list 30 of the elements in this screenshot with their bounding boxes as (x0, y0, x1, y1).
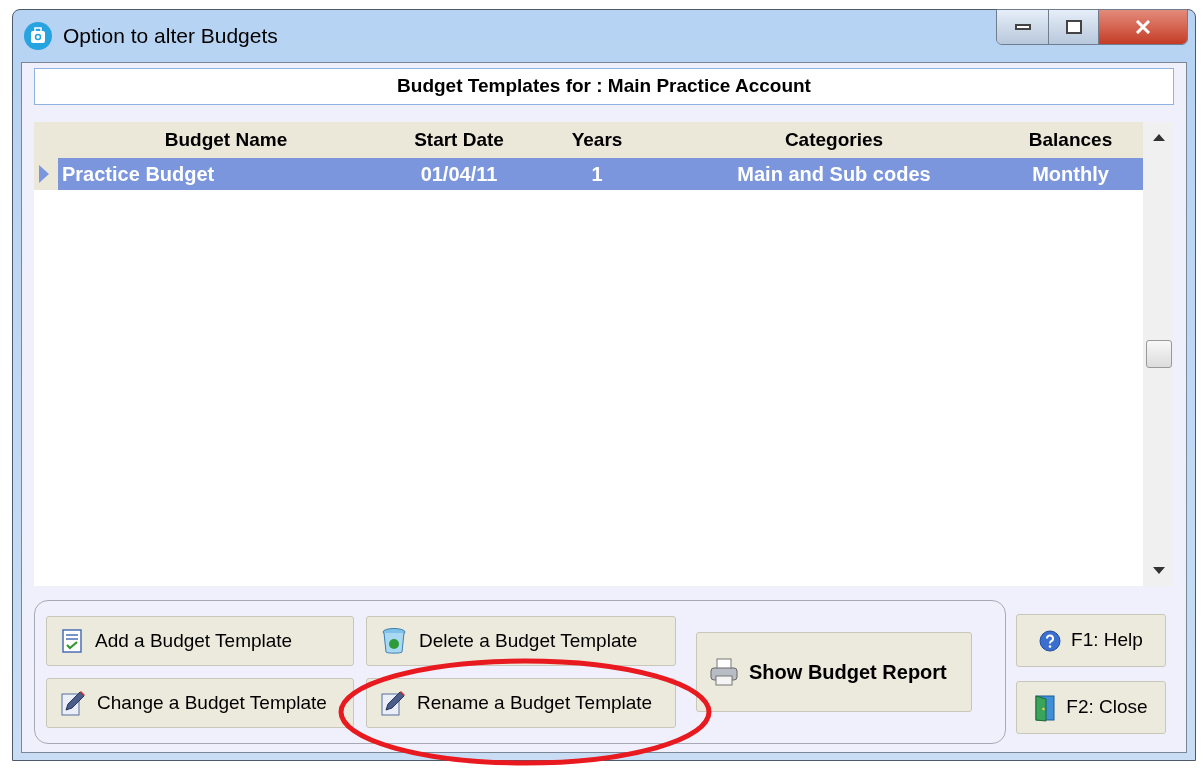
template-button[interactable]: Add a Budget Template (46, 616, 354, 666)
scrollbar[interactable] (1143, 122, 1174, 586)
column-header[interactable]: Balances (998, 125, 1143, 155)
side-button[interactable]: F2: Close (1016, 681, 1166, 734)
scroll-thumb[interactable] (1145, 340, 1172, 368)
help-icon (1039, 629, 1062, 652)
report-button[interactable]: Show Budget Report (696, 632, 972, 712)
pencil-paper-icon (381, 690, 405, 716)
scroll-down-icon[interactable] (1152, 567, 1165, 574)
column-header[interactable]: Budget Name (58, 125, 394, 155)
scroll-up-icon[interactable] (1152, 134, 1165, 141)
minimize-button[interactable] (997, 10, 1049, 44)
side-button[interactable]: F1: Help (1016, 614, 1166, 667)
maximize-button[interactable] (1049, 10, 1099, 44)
printer-icon (709, 658, 739, 686)
column-header[interactable]: Start Date (394, 125, 524, 155)
column-header[interactable]: Years (524, 125, 670, 155)
row-indicator-icon (39, 165, 49, 183)
close-icon (1135, 20, 1151, 34)
close-button[interactable] (1099, 10, 1187, 44)
column-header[interactable]: Categories (670, 125, 998, 155)
door-icon (1034, 693, 1057, 722)
checklist-icon (61, 629, 83, 653)
window-title: Option to alter Budgets (63, 23, 278, 50)
header-title: Budget Templates for : Main Practice Account (397, 74, 811, 99)
template-button[interactable]: Rename a Budget Template (366, 678, 676, 728)
recycle-bin-icon (381, 627, 407, 655)
template-button[interactable]: Change a Budget Template (46, 678, 354, 728)
template-button[interactable]: Delete a Budget Template (366, 616, 676, 666)
pencil-paper-icon (61, 690, 85, 716)
